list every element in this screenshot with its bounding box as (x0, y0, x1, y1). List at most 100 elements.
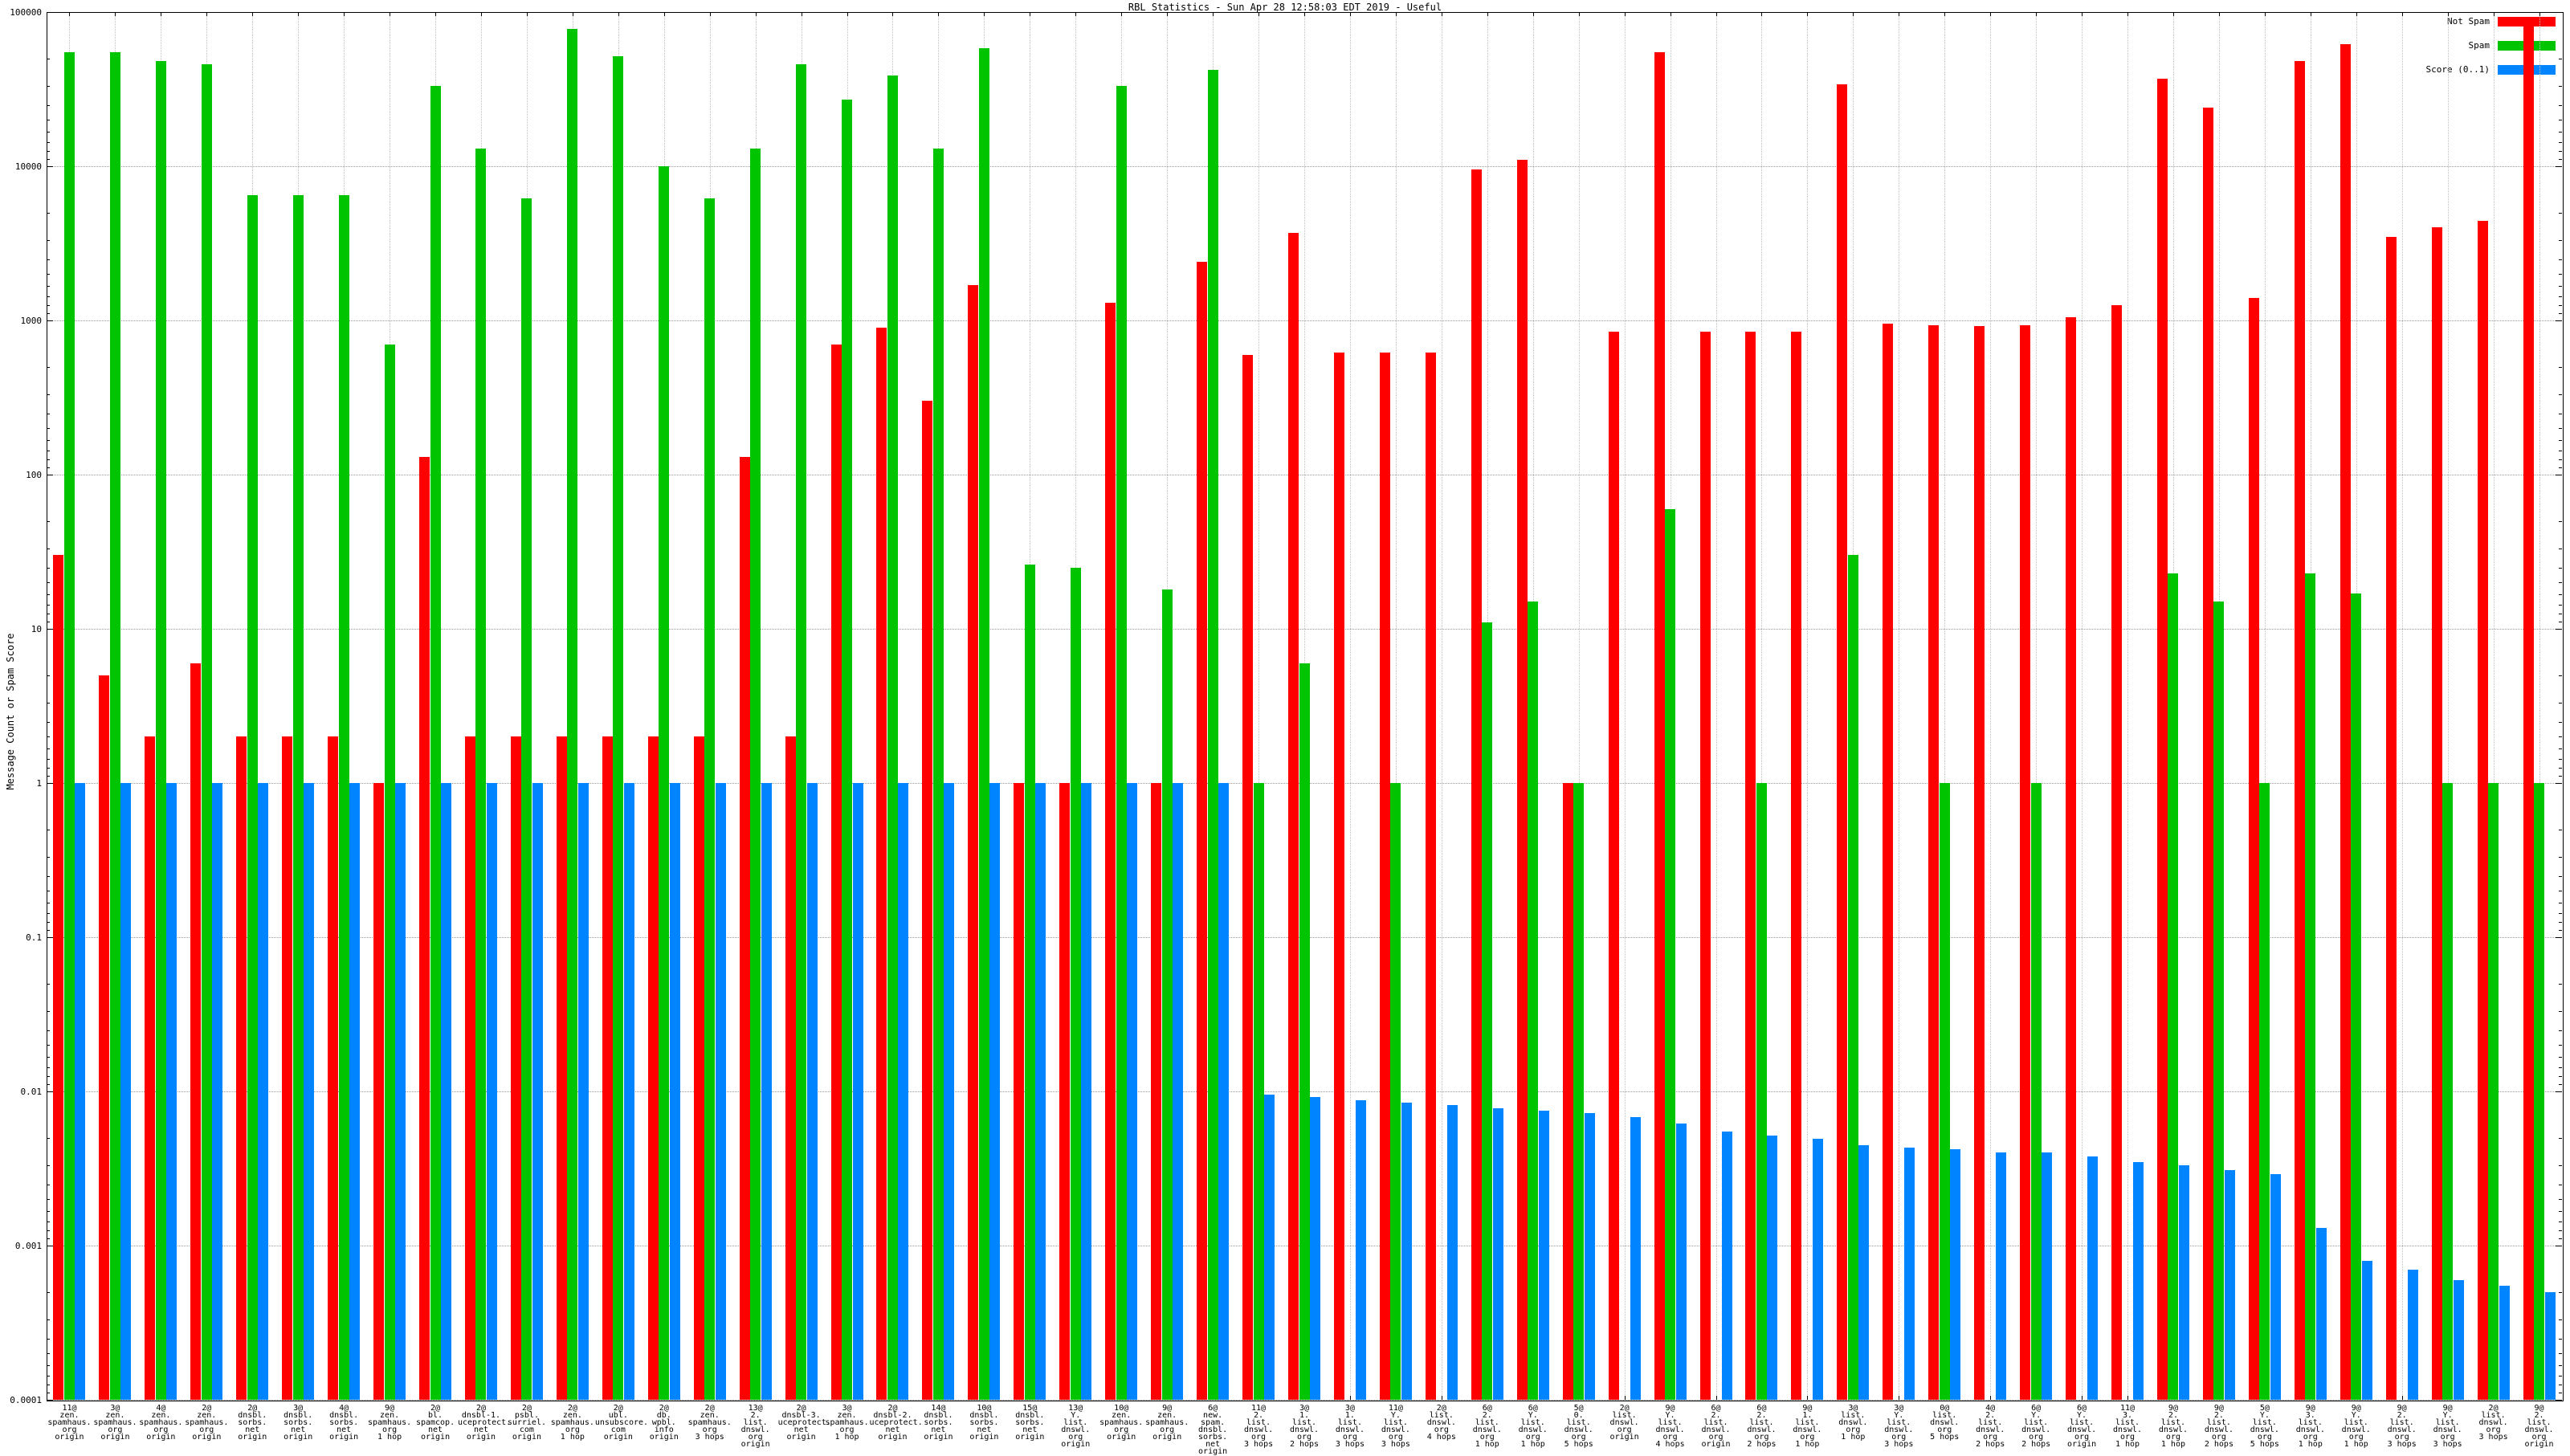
y-minor-tick (47, 239, 50, 241)
x-tick-label: 11@ 3. list. dnswl. org 1 hop (2112, 1404, 2143, 1449)
bar-spam (2488, 783, 2499, 1400)
gridline-x (2401, 12, 2403, 1400)
y-minor-tick (2559, 856, 2562, 858)
bar-not-spam (2477, 221, 2488, 1400)
bar-spam (887, 75, 898, 1400)
x-tick-mark (1944, 12, 1946, 16)
bar-score (1310, 1096, 1320, 1400)
x-tick-label: 9@ zen. spamhaus. org origin (1145, 1404, 1189, 1442)
bar-not-spam (1014, 783, 1025, 1400)
gridline-y (47, 1400, 2562, 1401)
x-tick-mark (115, 12, 116, 16)
chart-title: RBL Statistics - Sun Apr 28 12:58:03 EDT… (1128, 2, 1442, 13)
x-tick-mark (1807, 1396, 1809, 1400)
x-tick-mark (663, 12, 665, 16)
x-tick-mark (2447, 12, 2449, 16)
bar-score (898, 783, 909, 1400)
bar-score (166, 783, 177, 1400)
bar-score (1492, 1107, 1503, 1400)
bar-not-spam (602, 736, 613, 1400)
x-tick-label: 5@ 0. list. dnswl. org 5 hops (1564, 1404, 1593, 1449)
y-minor-tick (47, 1353, 50, 1355)
bar-score (395, 783, 406, 1400)
y-minor-tick (2559, 776, 2562, 777)
y-minor-tick (2559, 875, 2562, 877)
bar-score (212, 783, 223, 1400)
bar-spam (1116, 86, 1127, 1400)
bar-score (577, 783, 589, 1400)
x-tick-label: 9@ 2. list. dnswl. org origin (2524, 1404, 2554, 1449)
x-tick-mark (2493, 12, 2495, 16)
x-tick-label: 2@ dnsbl-1. uceprotect. net origin (457, 1404, 512, 1442)
bar-score (669, 783, 680, 1400)
y-minor-tick (47, 366, 50, 368)
y-minor-tick (2559, 467, 2562, 469)
bar-not-spam (1837, 84, 1848, 1400)
bar-not-spam (2523, 20, 2534, 1400)
x-tick-label: 2@ list. dnswl. org 4 hops (1426, 1404, 1456, 1442)
bar-score (1675, 1123, 1687, 1400)
x-tick-label: 11@ Y. list. dnswl. org 3 hops (1381, 1404, 1410, 1449)
bar-not-spam (1197, 261, 1208, 1400)
bar-spam (2168, 573, 2179, 1400)
bar-score (806, 783, 818, 1400)
x-tick-label: 13@ 2. list. dnswl. org origin (740, 1404, 770, 1449)
bar-not-spam (1562, 783, 1573, 1400)
bar-spam (613, 55, 624, 1400)
x-tick-label: 9@ Y. list. dnswl. org 4 hops (1655, 1404, 1685, 1449)
x-tick-mark (1807, 12, 1809, 16)
bar-not-spam (1883, 324, 1894, 1400)
x-tick-mark (1670, 12, 1671, 16)
x-tick-label: 3@ 1. list. dnswl. org 2 hops (1289, 1404, 1320, 1449)
bar-score (486, 783, 497, 1400)
bar-spam (1847, 555, 1858, 1400)
y-minor-tick (2559, 1057, 2562, 1058)
y-minor-tick (47, 1291, 50, 1293)
bar-score (1218, 783, 1230, 1400)
bar-score (2087, 1156, 2099, 1400)
bar-score (1813, 1139, 1824, 1400)
bar-spam (2305, 573, 2316, 1400)
bar-spam (1161, 589, 1173, 1400)
bar-not-spam (693, 736, 704, 1400)
y-minor-tick (47, 132, 50, 133)
x-tick-label: 6@ new. spam. dnsbl. sorbs. net origin (1198, 1404, 1228, 1456)
bar-score (2224, 1169, 2235, 1400)
x-tick-mark (1715, 1396, 1717, 1400)
y-minor-tick (47, 159, 50, 161)
x-tick-label: 3@ zen. spamhaus. org 1 hop (825, 1404, 869, 1442)
x-tick-mark (1853, 12, 1854, 16)
bar-not-spam (145, 736, 156, 1400)
bar-not-spam (53, 555, 64, 1400)
y-minor-tick (2559, 721, 2562, 723)
y-minor-tick (47, 1365, 50, 1367)
bar-not-spam (785, 736, 796, 1400)
y-minor-tick (47, 142, 50, 144)
y-minor-tick (2559, 1230, 2562, 1232)
bar-not-spam (2385, 236, 2397, 1400)
x-tick-mark (1258, 12, 1260, 16)
y-minor-tick (2559, 1338, 2562, 1340)
y-minor-tick (2559, 159, 2562, 161)
bar-score (2544, 1291, 2556, 1400)
y-minor-tick (47, 151, 50, 153)
y-minor-tick (47, 1211, 50, 1213)
bar-not-spam (236, 736, 247, 1400)
x-tick-mark (2264, 12, 2266, 16)
bar-not-spam (2111, 305, 2123, 1400)
bar-score (75, 783, 86, 1400)
bar-score (1401, 1102, 1412, 1400)
x-tick-label: 2@ dnsbl-3. uceprotect. net origin (777, 1404, 831, 1442)
bar-spam (1528, 602, 1539, 1400)
y-minor-tick (47, 104, 50, 106)
y-minor-tick (2559, 1137, 2562, 1139)
y-minor-tick (2559, 1010, 2562, 1012)
x-tick-mark (435, 12, 437, 16)
bar-score (1538, 1110, 1549, 1400)
bar-spam (1253, 783, 1264, 1400)
bar-spam (2534, 783, 2545, 1400)
y-minor-tick (2559, 313, 2562, 315)
x-tick-mark (2127, 12, 2129, 16)
y-minor-tick (47, 922, 50, 924)
y-minor-tick (2559, 582, 2562, 584)
